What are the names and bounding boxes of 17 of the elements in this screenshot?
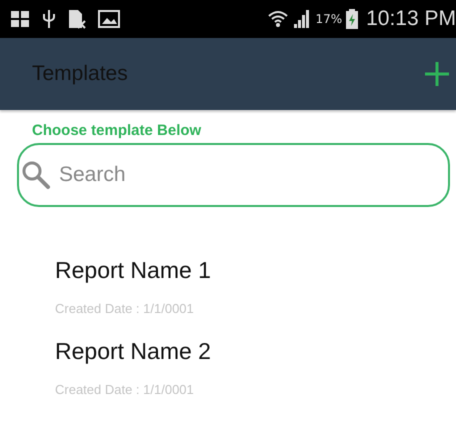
search-icon bbox=[21, 160, 51, 190]
prompt-label: Choose template Below bbox=[32, 122, 202, 139]
search-field[interactable]: Search bbox=[17, 143, 450, 207]
wifi-icon bbox=[267, 9, 290, 29]
battery-percent: 17% bbox=[315, 12, 342, 26]
clock: 10:13 PM bbox=[366, 7, 456, 31]
template-name[interactable]: Report Name 2 bbox=[55, 338, 456, 365]
template-name[interactable]: Report Name 1 bbox=[55, 257, 456, 284]
created-date: Created Date : 1/1/0001 bbox=[55, 301, 195, 316]
signal-icon bbox=[293, 9, 312, 29]
sim-card-icon bbox=[68, 9, 86, 29]
add-icon[interactable] bbox=[424, 61, 450, 87]
created-date: Created Date : 1/1/0001 bbox=[55, 382, 195, 397]
screen-title: Templates bbox=[32, 62, 128, 86]
usb-icon bbox=[42, 9, 56, 29]
battery-charging-icon bbox=[346, 9, 358, 29]
image-icon bbox=[98, 10, 120, 28]
